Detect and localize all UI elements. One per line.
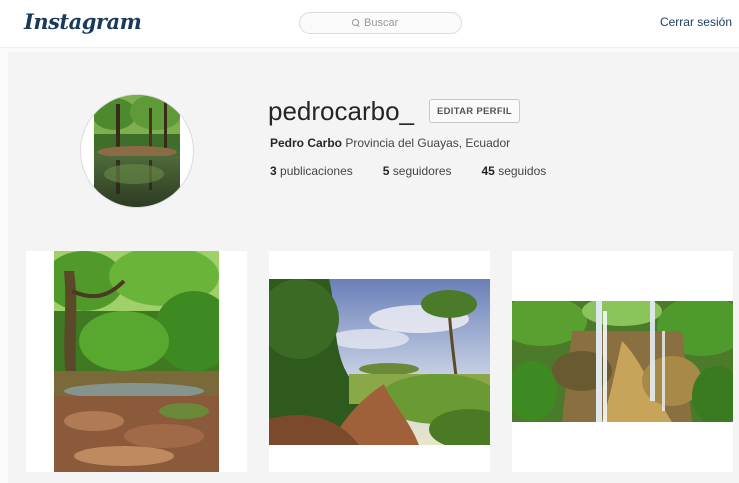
profile-location: Provincia del Guayas, Ecuador xyxy=(345,136,511,150)
profile-bio: Pedro Carbo Provincia del Guayas, Ecuado… xyxy=(270,136,510,150)
stat-following[interactable]: 45 seguidos xyxy=(482,164,547,178)
waterfall-photo xyxy=(512,301,733,422)
edit-profile-button[interactable]: EDITAR PERFIL xyxy=(429,99,520,123)
post-tile[interactable] xyxy=(26,251,247,472)
post-tile[interactable] xyxy=(269,251,490,472)
profile-avatar[interactable] xyxy=(80,94,194,208)
stat-label: seguidores xyxy=(392,164,452,178)
profile-full-name: Pedro Carbo xyxy=(270,136,343,150)
search-input[interactable] xyxy=(364,17,409,29)
avatar-photo xyxy=(94,95,180,207)
stat-label: seguidos xyxy=(498,164,547,178)
stat-count: 5 xyxy=(382,164,390,178)
stat-label: publicaciones xyxy=(280,164,353,178)
forest-stream-photo xyxy=(54,251,219,472)
stat-followers[interactable]: 5 seguidores xyxy=(383,164,452,178)
stat-posts[interactable]: 3 publicaciones xyxy=(270,164,353,178)
search-icon xyxy=(352,19,360,27)
post-tile[interactable] xyxy=(512,251,733,472)
dirt-path-landscape-photo xyxy=(269,279,490,445)
stat-count: 3 xyxy=(270,164,277,178)
search-box[interactable] xyxy=(299,12,462,34)
stat-count: 45 xyxy=(481,164,495,178)
instagram-logo[interactable]: Instagram xyxy=(24,9,142,34)
profile-username: pedrocarbo_ xyxy=(268,96,414,126)
profile-stats: 3 publicaciones 5 seguidores 45 seguidos xyxy=(270,164,546,178)
top-navigation-bar: Instagram Cerrar sesión xyxy=(0,0,739,48)
logout-link[interactable]: Cerrar sesión xyxy=(660,15,732,29)
